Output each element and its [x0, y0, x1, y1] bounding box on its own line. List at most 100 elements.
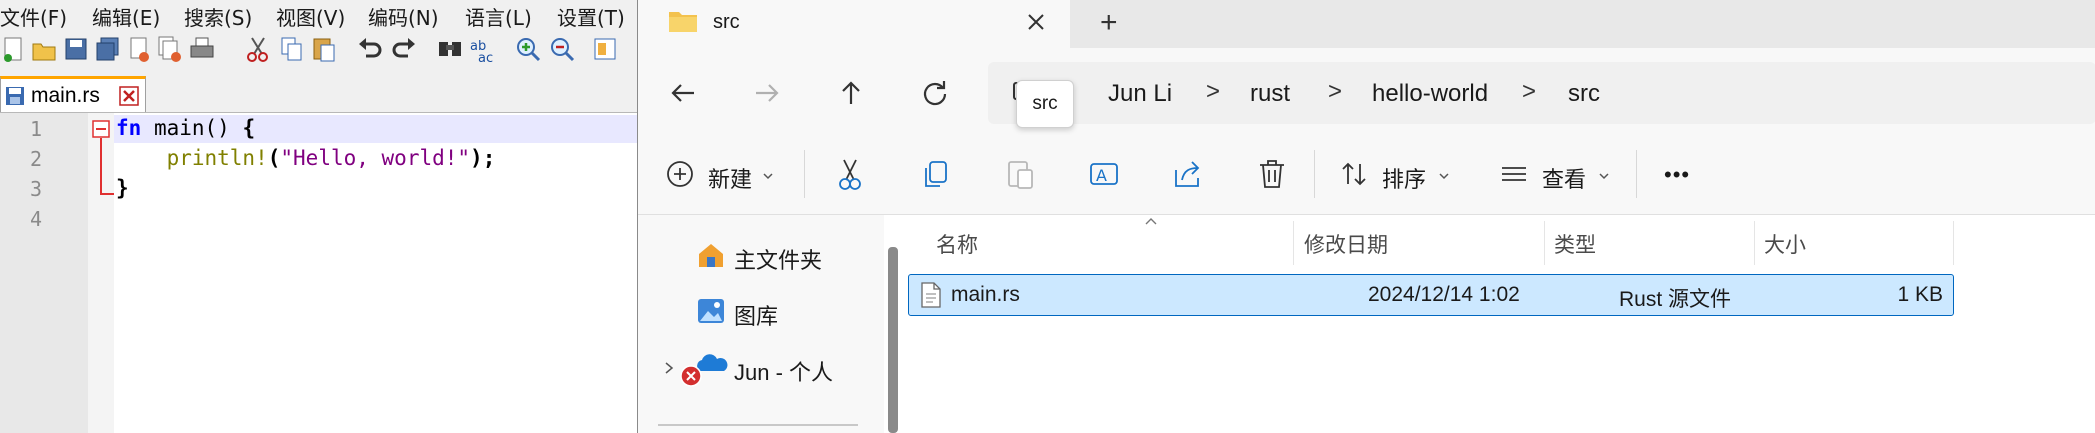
copy-icon[interactable]	[278, 34, 306, 64]
string-literal: "Hello, world!"	[280, 146, 471, 170]
tab-src[interactable]: src	[638, 0, 1070, 48]
breadcrumb-separator[interactable]: >	[1328, 78, 1342, 106]
copy-icon[interactable]	[920, 156, 952, 192]
breadcrumb-rust[interactable]: rust	[1250, 80, 1290, 108]
divider	[804, 150, 805, 198]
breadcrumb-separator[interactable]: >	[1206, 78, 1220, 106]
close-all-icon[interactable]	[156, 34, 184, 64]
divider[interactable]	[1754, 221, 1755, 265]
menu-bar: 文件(F) 编辑(E) 搜索(S) 视图(V) 编码(N) 语言(L) 设置(T…	[0, 0, 640, 30]
brace: {	[242, 116, 256, 140]
close-icon[interactable]	[1024, 10, 1048, 34]
divider	[1636, 150, 1637, 198]
find-icon[interactable]	[436, 34, 464, 64]
column-header-name[interactable]: 名称	[936, 229, 978, 259]
view-label: 查看	[1542, 167, 1587, 192]
paste-icon	[1004, 156, 1036, 192]
undo-icon[interactable]	[356, 34, 384, 64]
breadcrumb-jun-li[interactable]: Jun Li	[1108, 80, 1172, 108]
fold-margin	[88, 113, 114, 433]
open-file-icon[interactable]	[30, 34, 58, 64]
divider[interactable]	[1953, 221, 1954, 265]
chevron-down-icon	[762, 168, 774, 180]
nav-home[interactable]: 主文件夹	[734, 243, 822, 275]
nav-onedrive[interactable]: Jun - 个人	[734, 355, 833, 387]
macro: println!	[166, 146, 268, 170]
redo-icon[interactable]	[390, 34, 418, 64]
menu-settings[interactable]: 设置(T)	[557, 2, 625, 31]
nav-gallery[interactable]: 图库	[734, 299, 778, 331]
line-number: 4	[29, 207, 42, 231]
view-list-icon	[1500, 160, 1528, 188]
menu-view[interactable]: 视图(V)	[276, 2, 345, 31]
more-options-button[interactable]: •••	[1664, 162, 1690, 188]
sort-icon	[1340, 160, 1368, 188]
chevron-down-icon	[1598, 168, 1610, 180]
file-modified: 2024/12/14 1:02	[1368, 283, 1520, 306]
divider[interactable]	[1544, 221, 1545, 265]
breadcrumb-separator[interactable]: >	[1522, 78, 1536, 106]
view-button[interactable]: 查看	[1500, 156, 1616, 192]
paste-icon[interactable]	[310, 34, 338, 64]
sort-button[interactable]: 排序	[1340, 156, 1456, 192]
fold-line	[100, 138, 102, 194]
file-list: 名称 修改日期 类型 大小 main.rs 2024/12/14 1:02 Ru…	[908, 215, 2095, 433]
column-header-type[interactable]: 类型	[1554, 229, 1596, 259]
up-arrow-icon[interactable]	[834, 76, 868, 110]
paren-end: );	[470, 146, 496, 170]
line-number: 3	[29, 177, 42, 201]
code-line-2: println!("Hello, world!");	[116, 146, 496, 170]
print-icon[interactable]	[188, 34, 216, 64]
navigation-pane: 主文件夹 图库 Jun - 个人	[638, 215, 884, 433]
menu-edit[interactable]: 编辑(E)	[92, 2, 160, 31]
tab-bar: main.rs	[0, 72, 640, 113]
notepadpp-window: 文件(F) 编辑(E) 搜索(S) 视图(V) 编码(N) 语言(L) 设置(T…	[0, 0, 640, 433]
close-tab-icon[interactable]	[119, 86, 139, 106]
back-arrow-icon[interactable]	[666, 76, 700, 110]
save-all-icon[interactable]	[94, 34, 122, 64]
share-icon[interactable]	[1172, 156, 1204, 192]
zoom-out-icon[interactable]	[548, 34, 576, 64]
delete-icon[interactable]	[1256, 156, 1288, 192]
address-bar[interactable]: > Jun Li > rust > hello-world > src	[988, 62, 2095, 124]
folder-icon	[668, 8, 698, 34]
replace-icon[interactable]: ab ac	[468, 34, 496, 64]
fold-end-line	[100, 193, 114, 195]
cut-icon[interactable]	[834, 156, 866, 192]
new-button[interactable]: 新建	[666, 156, 776, 192]
new-file-icon[interactable]	[0, 34, 28, 64]
refresh-icon[interactable]	[918, 76, 952, 110]
column-header-size[interactable]: 大小	[1764, 229, 1806, 259]
table-row[interactable]: main.rs 2024/12/14 1:02 Rust 源文件 1 KB	[908, 274, 1954, 316]
sync-scroll-icon[interactable]	[592, 34, 620, 64]
divider[interactable]	[1293, 221, 1294, 265]
cut-icon[interactable]	[244, 34, 272, 64]
save-icon[interactable]	[62, 34, 90, 64]
menu-encoding[interactable]: 编码(N)	[368, 2, 439, 31]
menu-language[interactable]: 语言(L)	[465, 2, 532, 31]
column-header-modified[interactable]: 修改日期	[1304, 229, 1388, 259]
sort-ascending-icon	[1144, 213, 1158, 225]
new-tab-button[interactable]: +	[1100, 6, 1118, 40]
rename-icon[interactable]: A	[1088, 156, 1120, 192]
breadcrumb-src[interactable]: src	[1568, 80, 1600, 108]
chevron-right-icon[interactable]	[662, 361, 676, 375]
fold-collapse-icon[interactable]	[92, 120, 110, 138]
divider	[1314, 150, 1315, 198]
file-explorer-window: src + > Jun Li > rust > hello-world > sr…	[637, 0, 2095, 433]
menu-file[interactable]: 文件(F)	[0, 2, 67, 31]
code-line-1: fn main() {	[116, 116, 255, 140]
new-label: 新建	[708, 167, 753, 192]
close-file-icon[interactable]	[126, 34, 154, 64]
nav-pane-scrollbar[interactable]	[888, 247, 898, 433]
gallery-icon	[696, 297, 726, 325]
tab-main-rs[interactable]: main.rs	[0, 76, 146, 112]
breadcrumb-hello-world[interactable]: hello-world	[1372, 80, 1488, 108]
file-icon	[919, 281, 943, 309]
menu-search[interactable]: 搜索(S)	[184, 2, 252, 31]
code-editor[interactable]: 1 2 3 4 fn main() { println!("Hello, wor…	[0, 113, 640, 433]
line-number: 2	[29, 147, 42, 171]
zoom-in-icon[interactable]	[514, 34, 542, 64]
forward-arrow-icon[interactable]	[750, 76, 784, 110]
